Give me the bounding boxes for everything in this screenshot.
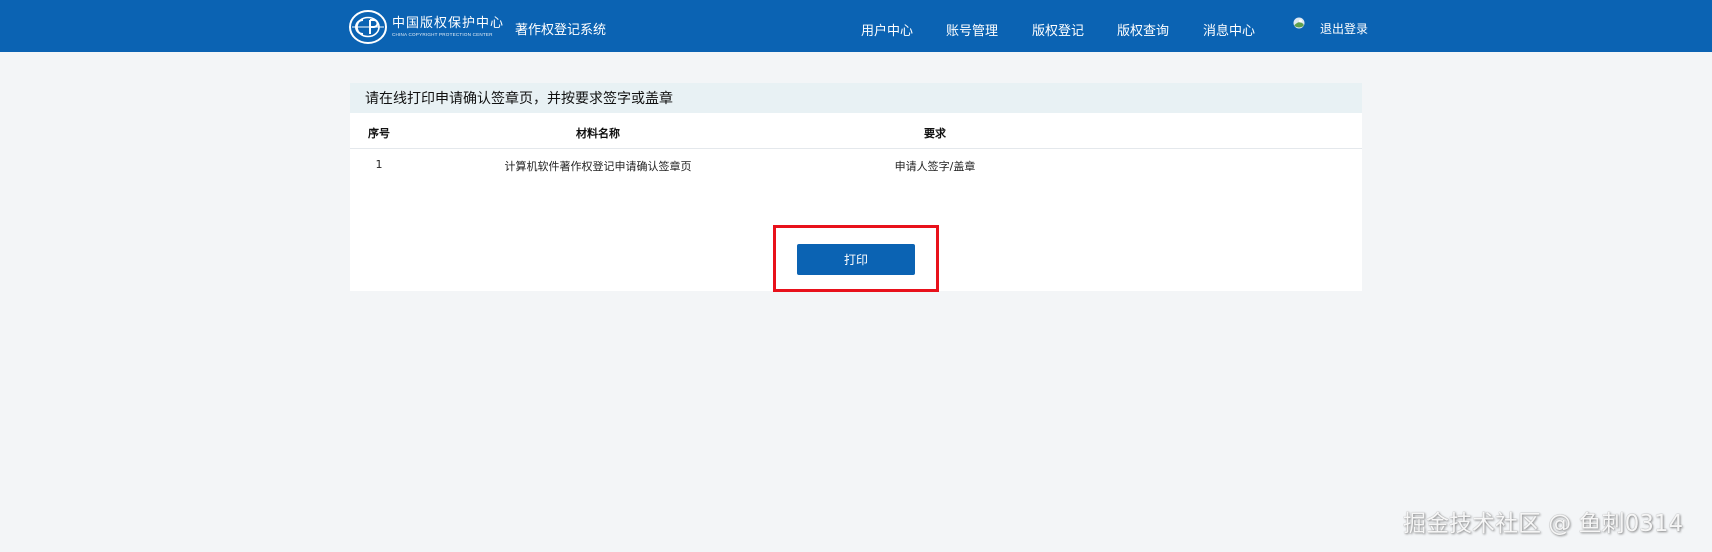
column-header-requirement: 要求 xyxy=(924,127,946,140)
nav-copyright-query[interactable]: 版权查询 xyxy=(1117,20,1169,39)
brand-logo[interactable]: 中国版权保护中心 CHINA COPYRIGHT PROTECTION CENT… xyxy=(348,9,504,45)
user-avatar-icon[interactable] xyxy=(1293,17,1305,29)
logo-english-name: CHINA COPYRIGHT PROTECTION CENTER xyxy=(392,31,493,37)
panel-title: 请在线打印申请确认签章页，并按要求签字或盖章 xyxy=(350,83,1362,113)
print-button-highlight-box xyxy=(773,225,939,292)
row-index: 1 xyxy=(375,158,383,171)
row-requirement: 申请人签字/盖章 xyxy=(894,160,976,173)
logout-link[interactable]: 退出登录 xyxy=(1320,20,1368,37)
nav-message-center[interactable]: 消息中心 xyxy=(1203,20,1255,39)
copyright-center-logo-icon xyxy=(349,10,387,44)
row-material-name: 计算机软件著作权登记申请确认签章页 xyxy=(504,160,692,173)
column-header-material-name: 材料名称 xyxy=(576,127,620,140)
nav-account-management[interactable]: 账号管理 xyxy=(946,20,998,39)
logo-text: 中国版权保护中心 CHINA COPYRIGHT PROTECTION CENT… xyxy=(392,17,504,38)
watermark: 掘金技术社区 @ 鱼刺0314 xyxy=(1403,511,1684,537)
column-header-index: 序号 xyxy=(368,127,390,140)
system-title: 著作权登记系统 xyxy=(515,23,607,38)
materials-table-header: 序号 材料名称 要求 xyxy=(350,113,1362,149)
logo-chinese-name: 中国版权保护中心 xyxy=(392,15,505,31)
nav-copyright-registration[interactable]: 版权登记 xyxy=(1032,20,1084,39)
top-navigation-bar: 中国版权保护中心 CHINA COPYRIGHT PROTECTION CENT… xyxy=(0,0,1712,52)
nav-user-center[interactable]: 用户中心 xyxy=(861,20,913,39)
